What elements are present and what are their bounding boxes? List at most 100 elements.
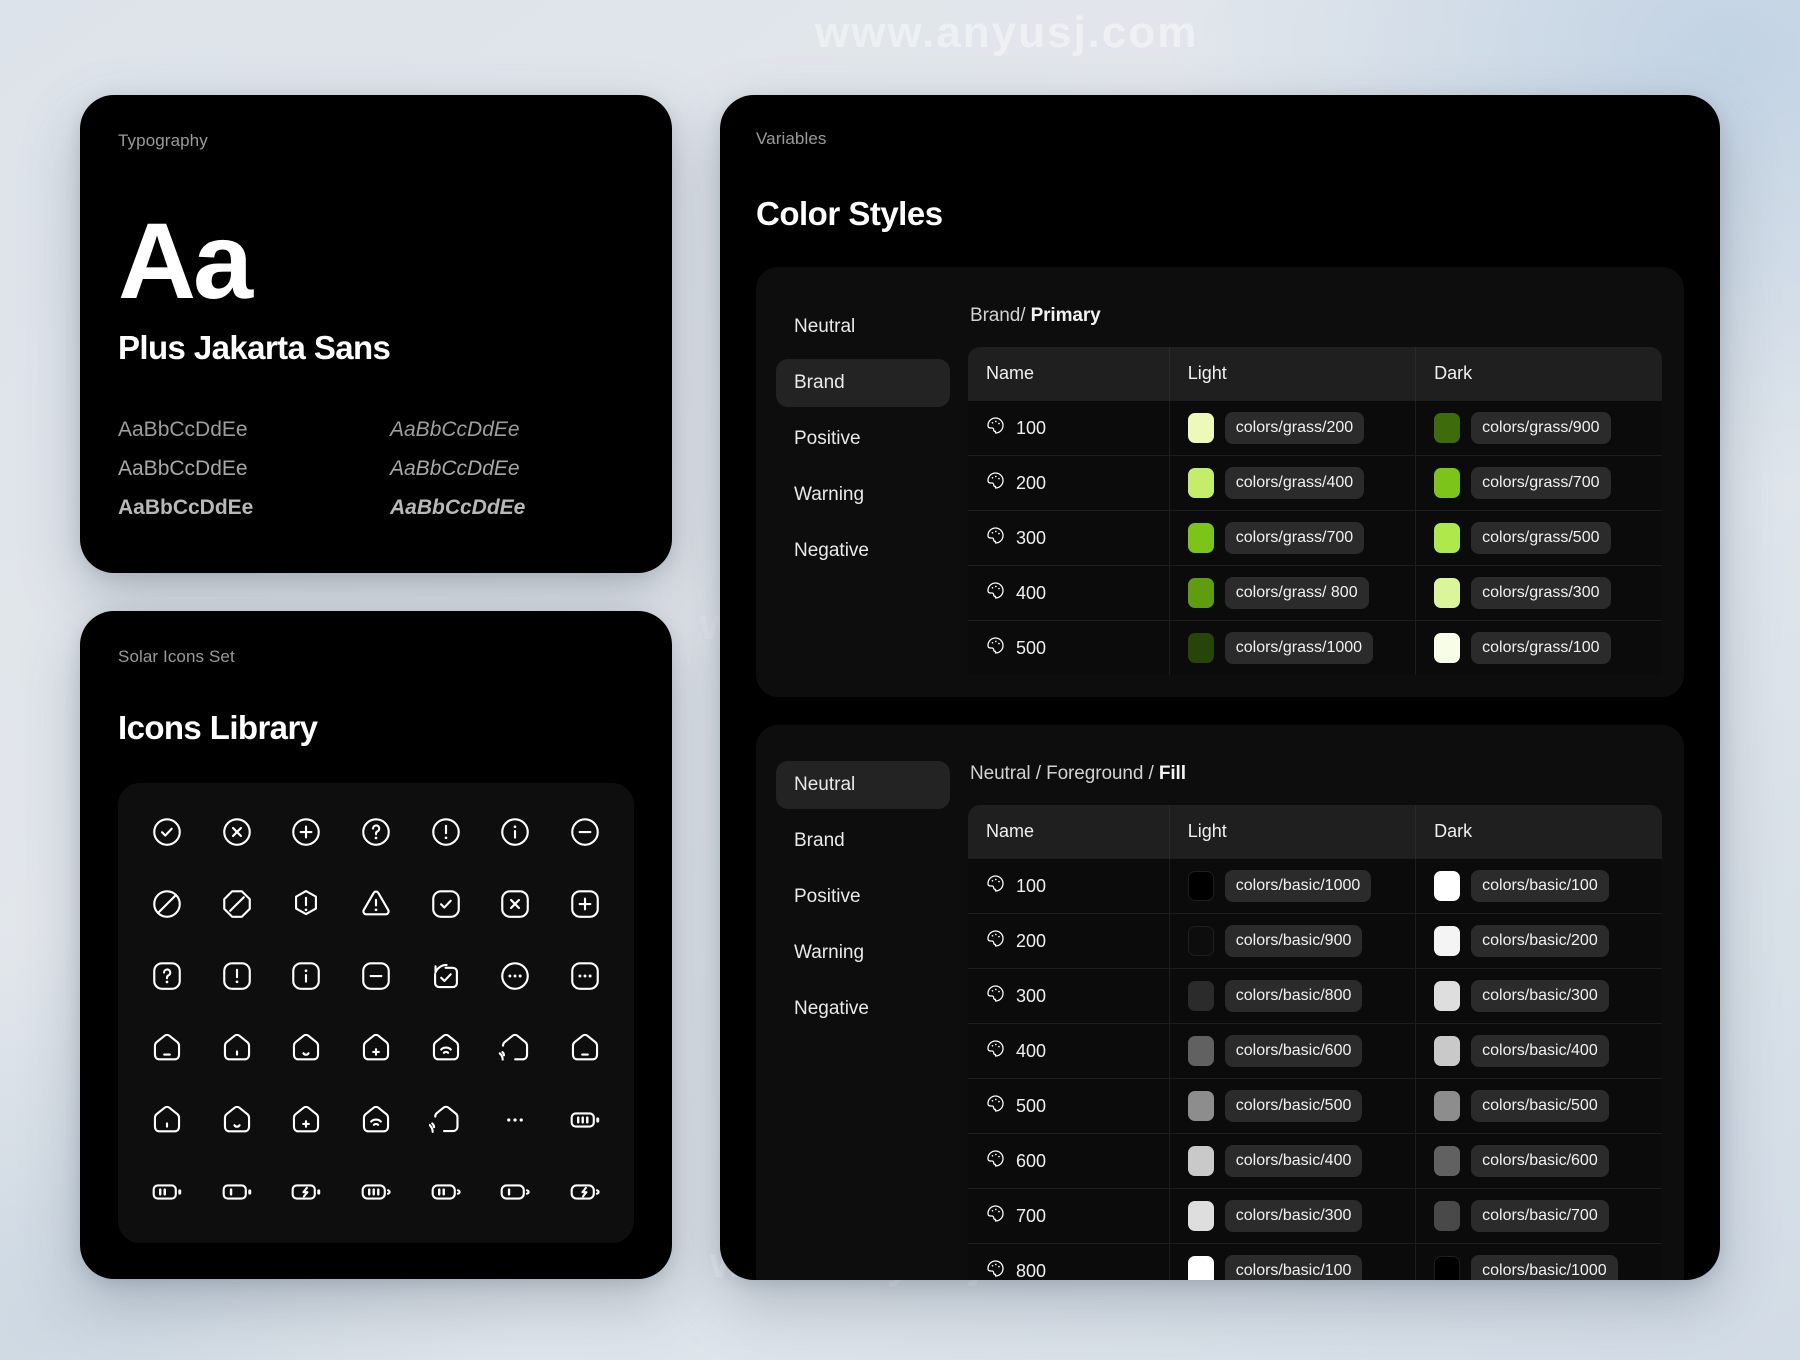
close-circle-icon[interactable] (202, 805, 272, 859)
home-wifi-angle-icon[interactable] (481, 1021, 551, 1075)
home-wifi-icon[interactable] (411, 1021, 481, 1075)
cell-light: colors/basic/900 (1169, 913, 1417, 969)
light-color-token: colors/basic/900 (1224, 925, 1363, 957)
menu-dots-icon[interactable] (481, 1093, 551, 1147)
question-circle-icon[interactable] (341, 805, 411, 859)
cell-name: 400 (968, 1023, 1170, 1079)
nav-item-positive[interactable]: Positive (776, 415, 950, 463)
battery-full-minimalistic-icon[interactable] (550, 1093, 620, 1147)
dark-color-swatch (1434, 926, 1461, 956)
cell-dark: colors/basic/200 (1415, 913, 1662, 969)
brand-table-area: Brand/ Primary Name Light Dark 100 colors/gra… (968, 289, 1662, 675)
table-row[interactable]: 500 colors/basic/500 colors/basic/500 (968, 1078, 1662, 1134)
token-level-label: 500 (1016, 1095, 1047, 1116)
table-row[interactable]: 200 colors/grass/400 colors/grass/700 (968, 455, 1662, 511)
token-level-label: 400 (1016, 582, 1047, 603)
palette-icon (986, 416, 1005, 440)
table-row[interactable]: 500 colors/grass/1000 colors/grass/100 (968, 620, 1662, 675)
battery-half-icon[interactable] (411, 1165, 481, 1219)
danger-hexagon-icon[interactable] (271, 877, 341, 931)
battery-charge-icon[interactable] (550, 1165, 620, 1219)
table-row[interactable]: 400 colors/grass/ 800 colors/grass/300 (968, 565, 1662, 621)
table-row[interactable]: 200 colors/basic/900 colors/basic/200 (968, 913, 1662, 969)
nav-item-positive[interactable]: Positive (776, 873, 950, 921)
table-header-row: Name Light Dark (968, 805, 1662, 859)
home-add-icon[interactable] (341, 1021, 411, 1075)
add-square-icon[interactable] (550, 877, 620, 931)
table-row[interactable]: 600 colors/basic/400 colors/basic/600 (968, 1133, 1662, 1189)
dark-color-token: colors/basic/300 (1471, 980, 1609, 1012)
cell-name: 600 (968, 1133, 1170, 1189)
column-header-light: Light (1169, 805, 1417, 859)
home-angle-icon[interactable] (202, 1021, 272, 1075)
close-square-icon[interactable] (481, 877, 551, 931)
info-square-icon[interactable] (271, 949, 341, 1003)
table-row[interactable]: 100 colors/basic/1000 colors/basic/100 (968, 858, 1662, 914)
light-color-swatch (1187, 871, 1214, 901)
palette-icon (986, 1204, 1005, 1228)
dark-color-token: colors/basic/200 (1471, 925, 1609, 957)
nav-item-warning[interactable]: Warning (776, 471, 950, 519)
forbidden-octagon-icon[interactable] (202, 877, 272, 931)
battery-half-minimalistic-icon[interactable] (132, 1165, 202, 1219)
breadcrumb-prefix: Neutral / Foreground / (970, 763, 1159, 784)
undo-check-icon[interactable] (411, 949, 481, 1003)
typeface-specimen-glyph: Aa (118, 200, 253, 321)
minus-square-icon[interactable] (341, 949, 411, 1003)
specimen-italic-light: AaBbCcDdEe (390, 418, 520, 441)
table-row[interactable]: 300 colors/basic/800 colors/basic/300 (968, 968, 1662, 1024)
check-circle-icon[interactable] (132, 805, 202, 859)
minus-circle-icon[interactable] (550, 805, 620, 859)
table-row[interactable]: 700 colors/basic/300 colors/basic/700 (968, 1188, 1662, 1244)
danger-square-icon[interactable] (202, 949, 272, 1003)
nav-item-brand[interactable]: Brand (776, 817, 950, 865)
menu-dots-square-icon[interactable] (550, 949, 620, 1003)
danger-circle-icon[interactable] (411, 805, 481, 859)
home-angle-2-icon[interactable] (132, 1093, 202, 1147)
home-add-angle-icon[interactable] (271, 1093, 341, 1147)
token-level-label: 500 (1016, 637, 1047, 658)
add-circle-icon[interactable] (271, 805, 341, 859)
check-square-icon[interactable] (411, 877, 481, 931)
forbidden-circle-icon[interactable] (132, 877, 202, 931)
dark-color-swatch (1434, 1146, 1461, 1176)
nav-item-brand[interactable]: Brand (776, 359, 950, 407)
light-color-swatch (1187, 1201, 1214, 1231)
palette-icon (986, 581, 1005, 605)
battery-charge-minimalistic-icon[interactable] (271, 1165, 341, 1219)
table-row[interactable]: 100 colors/grass/200 colors/grass/900 (968, 400, 1662, 456)
nav-item-neutral[interactable]: Neutral (776, 303, 950, 351)
home-wifi-angle-2-icon[interactable] (411, 1093, 481, 1147)
nav-item-neutral[interactable]: Neutral (776, 761, 950, 809)
home-wifi-2-icon[interactable] (341, 1093, 411, 1147)
question-square-icon[interactable] (132, 949, 202, 1003)
info-circle-icon[interactable] (481, 805, 551, 859)
typography-panel: Typography Aa Plus Jakarta Sans AaBbCcDd… (80, 95, 672, 573)
home-smile-angle-icon[interactable] (202, 1093, 272, 1147)
light-color-token: colors/basic/500 (1224, 1090, 1363, 1122)
table-row[interactable]: 300 colors/grass/700 colors/grass/500 (968, 510, 1662, 566)
cell-dark: colors/grass/900 (1415, 400, 1662, 456)
menu-dots-circle-icon[interactable] (481, 949, 551, 1003)
battery-full-icon[interactable] (341, 1165, 411, 1219)
home-icon[interactable] (132, 1021, 202, 1075)
danger-triangle-icon[interactable] (341, 877, 411, 931)
battery-low-minimalistic-icon[interactable] (202, 1165, 272, 1219)
nav-item-negative[interactable]: Negative (776, 527, 950, 575)
cell-light: colors/basic/100 (1169, 1243, 1417, 1280)
cell-light: colors/basic/600 (1169, 1023, 1417, 1079)
table-row[interactable]: 400 colors/basic/600 colors/basic/400 (968, 1023, 1662, 1079)
specimen-roman-regular: AaBbCcDdEe (118, 457, 248, 481)
nav-item-negative[interactable]: Negative (776, 985, 950, 1033)
brand-table: Name Light Dark 100 colors/grass/200 colors/g… (968, 347, 1662, 675)
home-smile-icon[interactable] (271, 1021, 341, 1075)
cell-dark: colors/grass/300 (1415, 565, 1662, 621)
light-color-swatch (1187, 468, 1214, 498)
nav-item-warning[interactable]: Warning (776, 929, 950, 977)
table-row[interactable]: 800 colors/basic/100 colors/basic/1000 (968, 1243, 1662, 1280)
cell-light: colors/grass/ 800 (1169, 565, 1417, 621)
battery-low-icon[interactable] (481, 1165, 551, 1219)
light-color-token: colors/grass/1000 (1224, 632, 1374, 664)
home-2-icon[interactable] (550, 1021, 620, 1075)
dark-color-swatch (1434, 1201, 1461, 1231)
